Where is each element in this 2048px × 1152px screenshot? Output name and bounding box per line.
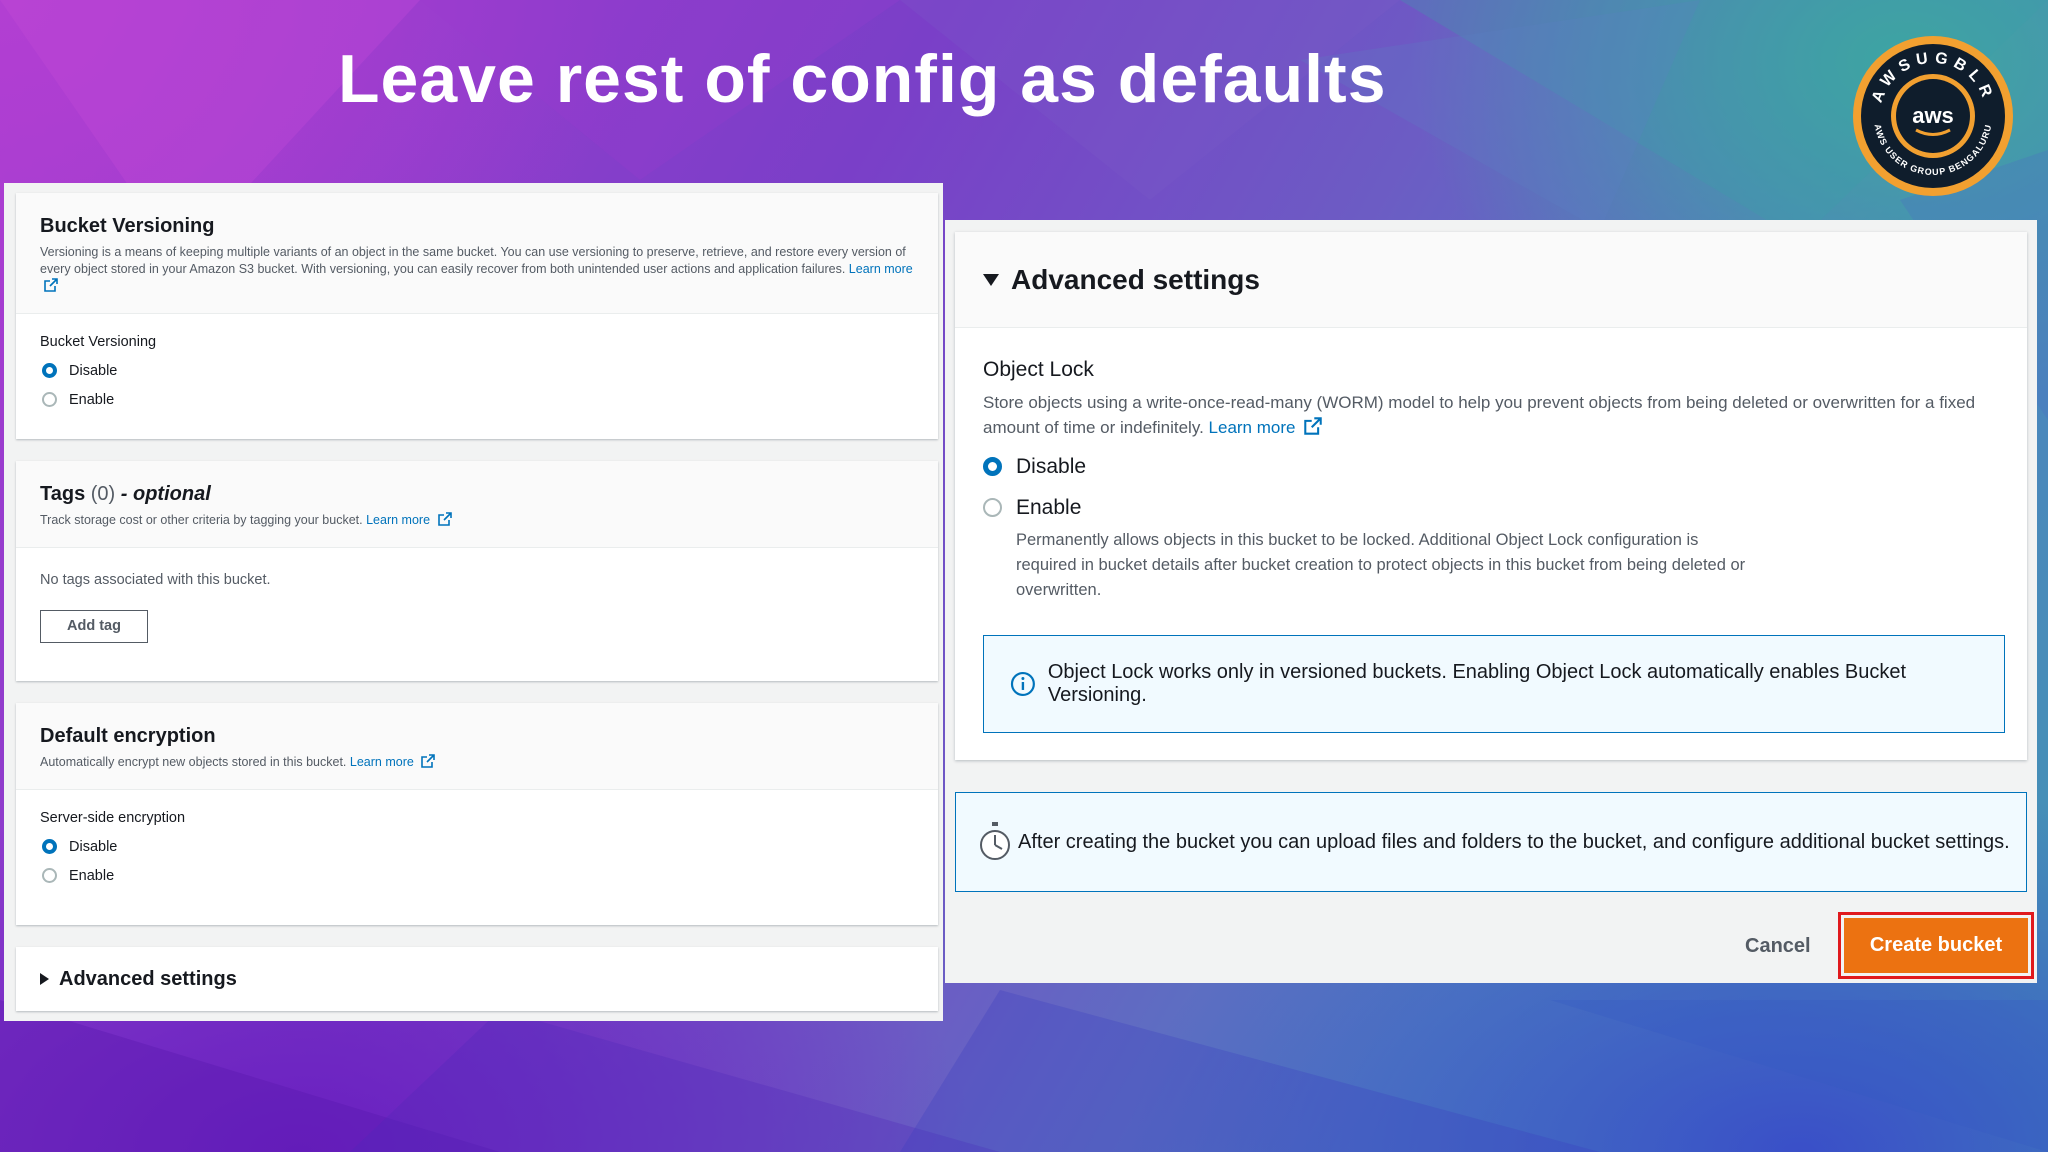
add-tag-button[interactable]: Add tag bbox=[40, 610, 148, 643]
caret-right-icon bbox=[40, 973, 49, 985]
advanced-settings-collapsed[interactable]: Advanced settings bbox=[16, 947, 938, 1011]
bucket-versioning-title: Bucket Versioning bbox=[40, 215, 215, 237]
tags-body: No tags associated with this bucket. Add… bbox=[16, 548, 938, 663]
versioning-enable-option[interactable]: Enable bbox=[40, 385, 914, 414]
default-encryption-description: Automatically encrypt new objects stored… bbox=[40, 754, 914, 771]
object-lock-learn-more-link[interactable]: Learn more bbox=[1209, 418, 1296, 437]
bucket-versioning-header: Bucket Versioning Versioning is a means … bbox=[16, 193, 938, 314]
object-lock-enable-hint: Permanently allows objects in this bucke… bbox=[1016, 531, 1746, 599]
object-lock-disable-option[interactable]: Disable bbox=[983, 446, 1999, 487]
create-bucket-highlight: Create bucket bbox=[1838, 912, 2034, 979]
object-lock-section: Object Lock Store objects using a write-… bbox=[955, 328, 2027, 733]
aws-user-group-badge: AWSUGBLR AWS USER GROUP BENGALURU aws bbox=[1850, 33, 2016, 199]
object-lock-info-alert: Object Lock works only in versioned buck… bbox=[983, 635, 2005, 733]
default-encryption-title: Default encryption bbox=[40, 725, 216, 747]
info-icon bbox=[1010, 671, 1035, 697]
bucket-versioning-card: Bucket Versioning Versioning is a means … bbox=[16, 193, 938, 439]
advanced-settings-expanded-toggle[interactable]: Advanced settings bbox=[955, 232, 2027, 328]
external-link-icon bbox=[1304, 417, 1322, 435]
no-tags-text: No tags associated with this bucket. bbox=[40, 572, 271, 588]
bucket-versioning-description: Versioning is a means of keeping multipl… bbox=[40, 244, 914, 295]
server-side-encryption-label: Server-side encryption bbox=[40, 810, 186, 826]
external-link-icon bbox=[421, 754, 436, 768]
tags-learn-more-link[interactable]: Learn more bbox=[366, 513, 430, 527]
tags-description: Track storage cost or other criteria by … bbox=[40, 512, 914, 529]
versioning-disable-radio[interactable] bbox=[42, 363, 57, 378]
external-link-icon bbox=[437, 512, 452, 526]
stopwatch-icon bbox=[980, 822, 1010, 860]
object-lock-enable-option[interactable]: Enable bbox=[983, 487, 1999, 528]
bucket-versioning-field-label: Bucket Versioning bbox=[40, 334, 157, 350]
create-bucket-button[interactable]: Create bucket bbox=[1844, 918, 2028, 973]
versioning-learn-more-link[interactable]: Learn more bbox=[849, 262, 913, 276]
default-encryption-header: Default encryption Automatically encrypt… bbox=[16, 703, 938, 790]
encryption-enable-radio[interactable] bbox=[42, 868, 57, 883]
post-creation-note: After creating the bucket you can upload… bbox=[955, 792, 2027, 892]
cancel-button[interactable]: Cancel bbox=[1745, 935, 1811, 958]
caret-down-icon bbox=[983, 273, 999, 286]
encryption-disable-option[interactable]: Disable bbox=[40, 832, 914, 861]
object-lock-description: Store objects using a write-once-read-ma… bbox=[983, 393, 1976, 437]
external-link-icon bbox=[44, 278, 58, 292]
advanced-settings-toggle[interactable]: Advanced settings bbox=[16, 947, 938, 1011]
tags-title: Tags (0) - optional bbox=[40, 483, 211, 505]
object-lock-label: Object Lock bbox=[983, 358, 1094, 381]
object-lock-enable-radio[interactable] bbox=[983, 498, 1002, 517]
default-encryption-body: Server-side encryption Disable Enable bbox=[16, 790, 938, 910]
slide-title: Leave rest of config as defaults bbox=[338, 41, 1387, 117]
right-settings-panel: Advanced settings Object Lock Store obje… bbox=[945, 220, 2037, 983]
advanced-settings-card: Advanced settings Object Lock Store obje… bbox=[955, 232, 2027, 760]
encryption-learn-more-link[interactable]: Learn more bbox=[350, 755, 414, 769]
object-lock-disable-radio[interactable] bbox=[983, 457, 1002, 476]
encryption-enable-option[interactable]: Enable bbox=[40, 861, 914, 890]
versioning-enable-radio[interactable] bbox=[42, 392, 57, 407]
left-settings-panel: Bucket Versioning Versioning is a means … bbox=[4, 183, 943, 1021]
encryption-disable-radio[interactable] bbox=[42, 839, 57, 854]
badge-logo-icon: AWSUGBLR AWS USER GROUP BENGALURU aws bbox=[1853, 36, 2013, 196]
tags-header: Tags (0) - optional Track storage cost o… bbox=[16, 461, 938, 548]
bucket-versioning-body: Bucket Versioning Disable Enable bbox=[16, 314, 938, 434]
default-encryption-card: Default encryption Automatically encrypt… bbox=[16, 703, 938, 925]
versioning-disable-option[interactable]: Disable bbox=[40, 356, 914, 385]
tags-card: Tags (0) - optional Track storage cost o… bbox=[16, 461, 938, 681]
svg-text:aws: aws bbox=[1912, 103, 1954, 128]
